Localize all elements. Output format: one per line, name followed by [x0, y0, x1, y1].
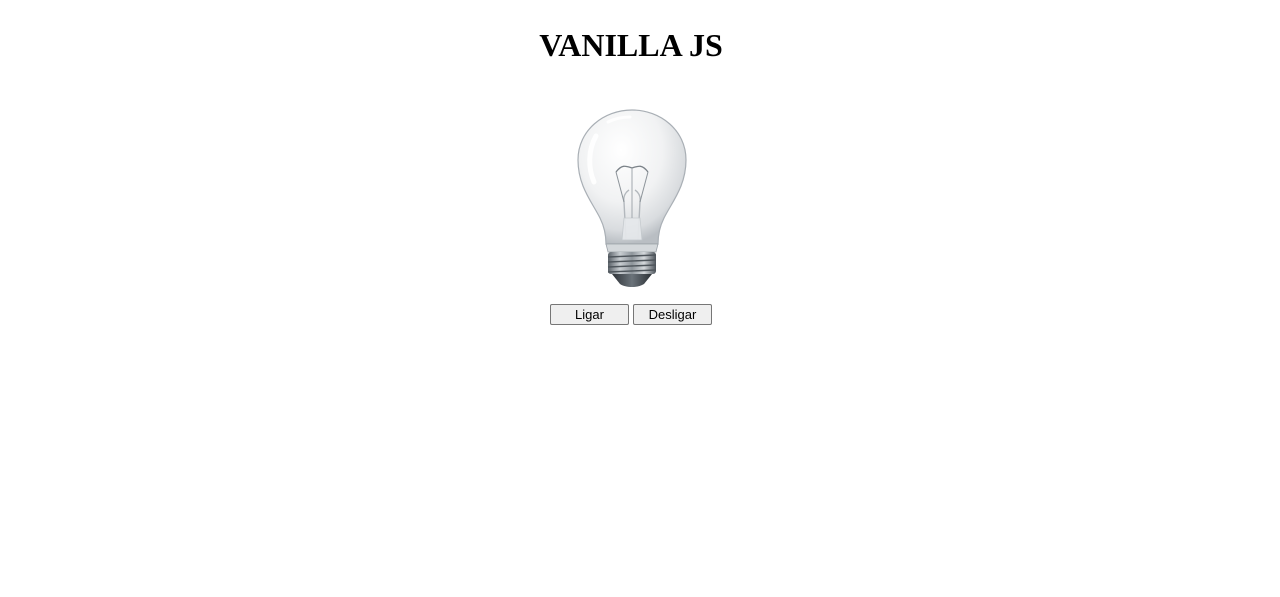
page-title: VANILLA JS: [539, 27, 723, 63]
page: VANILLA JS Ligar Desligar: [0, 0, 1280, 597]
lightbulb-off-icon: [577, 109, 687, 287]
lightbulb-image: [574, 106, 690, 290]
turn-on-button[interactable]: Ligar: [550, 304, 629, 325]
bulb-controls: Ligar Desligar: [550, 304, 712, 325]
turn-off-button[interactable]: Desligar: [633, 304, 712, 325]
